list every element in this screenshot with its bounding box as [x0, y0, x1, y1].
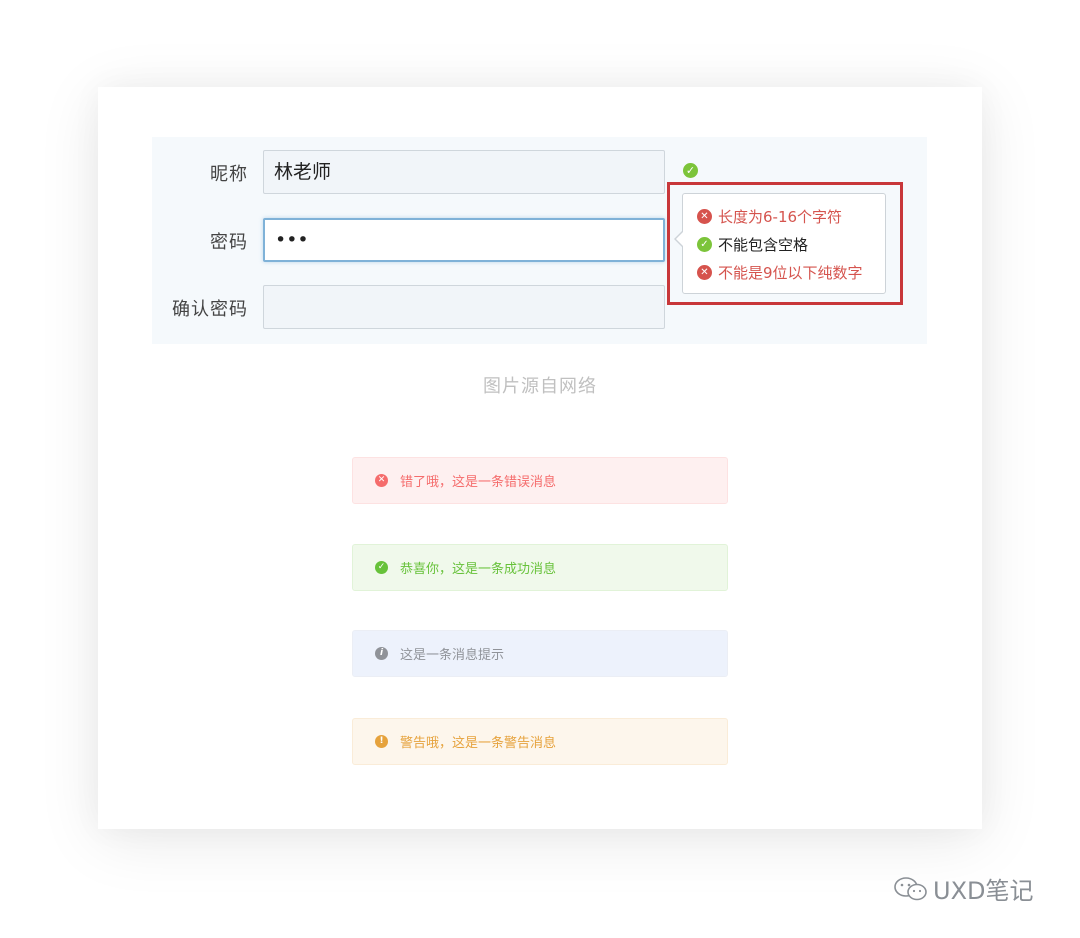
watermark-text: UXD笔记 — [933, 877, 1034, 905]
confirm-password-label: 确认密码 — [172, 299, 248, 320]
info-circle-icon: i — [375, 647, 388, 660]
watermark: UXD笔记 — [893, 871, 1034, 906]
error-message: ✕ 错了哦，这是一条错误消息 — [352, 457, 728, 504]
error-message-text: 错了哦，这是一条错误消息 — [400, 475, 557, 490]
check-circle-icon: ✓ — [375, 561, 388, 574]
confirm-password-input[interactable] — [263, 285, 665, 329]
highlight-frame — [667, 182, 903, 305]
password-input[interactable]: ••• — [263, 218, 665, 262]
error-circle-icon: ✕ — [375, 474, 388, 487]
info-message-text: 这是一条消息提示 — [400, 648, 505, 663]
success-message: ✓ 恭喜你，这是一条成功消息 — [352, 544, 728, 591]
nickname-label: 昵称 — [210, 164, 248, 185]
nickname-input[interactable]: 林老师 — [263, 150, 665, 194]
warning-circle-icon: ! — [375, 735, 388, 748]
wechat-icon — [894, 876, 927, 900]
password-label: 密码 — [210, 232, 248, 253]
warning-message: ! 警告哦，这是一条警告消息 — [352, 718, 728, 765]
info-message: i 这是一条消息提示 — [352, 630, 728, 677]
success-message-text: 恭喜你，这是一条成功消息 — [400, 562, 557, 577]
image-caption: 图片源自网络 — [483, 376, 597, 397]
nickname-valid-check-icon: ✓ — [683, 163, 698, 178]
warning-message-text: 警告哦，这是一条警告消息 — [400, 736, 557, 751]
